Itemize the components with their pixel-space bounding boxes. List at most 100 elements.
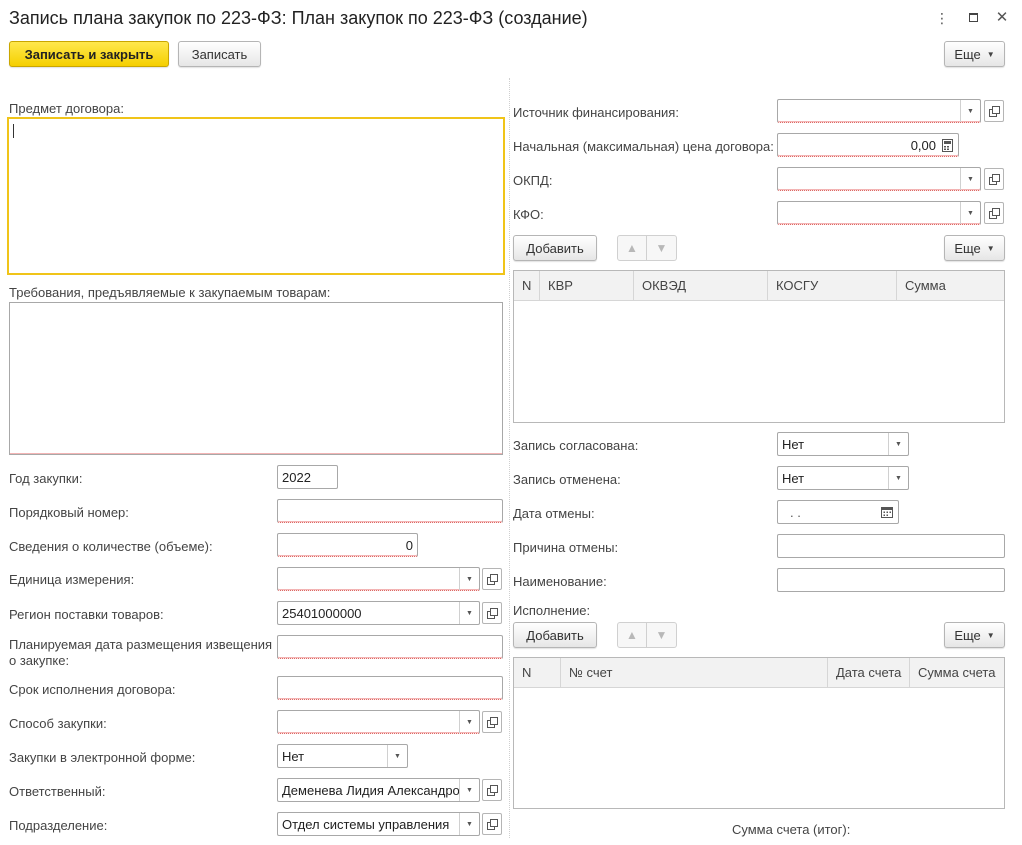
chevron-down-icon[interactable]: ▼ [459, 779, 479, 801]
term-label: Срок исполнения договора: [9, 682, 176, 697]
serial-input[interactable] [277, 499, 503, 523]
cancelled-value: Нет [782, 470, 805, 486]
chevron-down-icon[interactable]: ▼ [960, 100, 980, 122]
method-open-button[interactable] [482, 711, 502, 733]
column-header-invoice-number[interactable]: № счет [561, 658, 828, 687]
chevron-down-icon: ▼ [986, 243, 995, 253]
add-button-table2[interactable]: Добавить [513, 622, 597, 648]
cancel-date-input[interactable]: . . [777, 500, 899, 524]
quantity-input[interactable]: 0 [277, 533, 418, 557]
year-input[interactable]: 2022 [277, 465, 338, 489]
kfo-open-button[interactable] [984, 202, 1004, 224]
unit-open-button[interactable] [482, 568, 502, 590]
unit-select[interactable]: ▼ [277, 567, 480, 591]
method-label: Способ закупки: [9, 716, 107, 731]
okpd-select[interactable]: ▼ [777, 167, 981, 191]
column-header-okved[interactable]: ОКВЭД [634, 271, 768, 300]
chevron-down-icon: ▼ [986, 49, 995, 59]
notice-date-label-line2: о закупке: [9, 653, 70, 668]
cancelled-label: Запись отменена: [513, 472, 621, 487]
kfo-select[interactable]: ▼ [777, 201, 981, 225]
electronic-label: Закупки в электронной форме: [9, 750, 196, 765]
chevron-down-icon[interactable]: ▼ [960, 202, 980, 224]
year-value: 2022 [282, 469, 311, 485]
chevron-down-icon[interactable]: ▼ [960, 168, 980, 190]
electronic-select[interactable]: Нет ▼ [277, 744, 408, 768]
price-input[interactable]: 0,00 [777, 133, 959, 157]
arrow-up-icon[interactable]: ▲ [617, 622, 647, 648]
approved-value: Нет [782, 436, 805, 452]
more-button-table1[interactable]: Еще ▼ [944, 235, 1005, 261]
column-header-sum[interactable]: Сумма [897, 271, 1004, 300]
invoices-table[interactable]: N № счет Дата счета Сумма счета [513, 657, 1005, 809]
responsible-open-button[interactable] [482, 779, 502, 801]
calendar-icon[interactable] [876, 501, 898, 523]
serial-label: Порядковый номер: [9, 505, 129, 520]
open-form-icon [487, 574, 498, 585]
chevron-down-icon[interactable]: ▼ [459, 813, 479, 835]
save-and-close-button[interactable]: Записать и закрыть [9, 41, 169, 67]
column-header-invoice-date[interactable]: Дата счета [828, 658, 910, 687]
price-value: 0,00 [910, 137, 936, 153]
arrow-down-icon[interactable]: ▼ [647, 622, 677, 648]
open-form-icon [487, 819, 498, 830]
approved-select[interactable]: Нет ▼ [777, 432, 909, 456]
cancelled-select[interactable]: Нет ▼ [777, 466, 909, 490]
move-buttons-table1: ▲ ▼ [617, 235, 677, 261]
column-header-n[interactable]: N [514, 658, 561, 687]
source-open-button[interactable] [984, 100, 1004, 122]
column-header-invoice-sum[interactable]: Сумма счета [910, 658, 1004, 687]
requirements-label: Требования, предъявляемые к закупаемым т… [9, 285, 331, 300]
kfo-label: КФО: [513, 207, 544, 222]
arrow-down-icon[interactable]: ▼ [647, 235, 677, 261]
region-select[interactable]: 25401000000 ▼ [277, 601, 480, 625]
responsible-select[interactable]: Деменева Лидия Александро ▼ [277, 778, 480, 802]
chevron-down-icon[interactable]: ▼ [459, 711, 479, 733]
column-header-kvr[interactable]: КВР [540, 271, 634, 300]
more-button-top[interactable]: Еще ▼ [944, 41, 1005, 67]
open-form-icon [989, 106, 1000, 117]
department-open-button[interactable] [482, 813, 502, 835]
term-input[interactable] [277, 676, 503, 700]
chevron-down-icon[interactable]: ▼ [888, 433, 908, 455]
more-label: Еще [954, 240, 981, 256]
unit-label: Единица измерения: [9, 572, 135, 587]
open-form-icon [487, 608, 498, 619]
add-button-table1[interactable]: Добавить [513, 235, 597, 261]
source-select[interactable]: ▼ [777, 99, 981, 123]
cancel-reason-input[interactable] [777, 534, 1005, 558]
name-input[interactable] [777, 568, 1005, 592]
price-label: Начальная (максимальная) цена договора: [513, 139, 774, 154]
column-header-kosgu[interactable]: КОСГУ [768, 271, 897, 300]
requirements-textarea[interactable] [9, 302, 503, 455]
chevron-down-icon[interactable]: ▼ [888, 467, 908, 489]
department-select[interactable]: Отдел системы управления ▼ [277, 812, 480, 836]
save-button[interactable]: Записать [178, 41, 261, 67]
column-header-n[interactable]: N [514, 271, 540, 300]
chevron-down-icon[interactable]: ▼ [459, 568, 479, 590]
maximize-icon[interactable] [965, 10, 981, 26]
text-caret [13, 124, 14, 138]
column-divider [509, 78, 510, 838]
close-icon[interactable]: ✕ [994, 10, 1010, 26]
financing-table[interactable]: N КВР ОКВЭД КОСГУ Сумма [513, 270, 1005, 423]
subject-textarea[interactable] [7, 117, 505, 275]
chevron-down-icon: ▼ [986, 630, 995, 640]
notice-date-input[interactable] [277, 635, 503, 659]
region-open-button[interactable] [482, 602, 502, 624]
more-button-table2[interactable]: Еще ▼ [944, 622, 1005, 648]
method-select[interactable]: ▼ [277, 710, 480, 734]
open-form-icon [989, 174, 1000, 185]
kebab-icon[interactable]: ⋮ [934, 10, 950, 26]
department-value: Отдел системы управления [282, 816, 450, 832]
okpd-open-button[interactable] [984, 168, 1004, 190]
chevron-down-icon[interactable]: ▼ [387, 745, 407, 767]
year-label: Год закупки: [9, 471, 83, 486]
arrow-up-icon[interactable]: ▲ [617, 235, 647, 261]
chevron-down-icon[interactable]: ▼ [459, 602, 479, 624]
responsible-value: Деменева Лидия Александро [282, 782, 459, 798]
approved-label: Запись согласована: [513, 438, 639, 453]
subject-label: Предмет договора: [9, 101, 124, 116]
calculator-icon[interactable] [936, 134, 958, 156]
cancel-date-label: Дата отмены: [513, 506, 595, 521]
